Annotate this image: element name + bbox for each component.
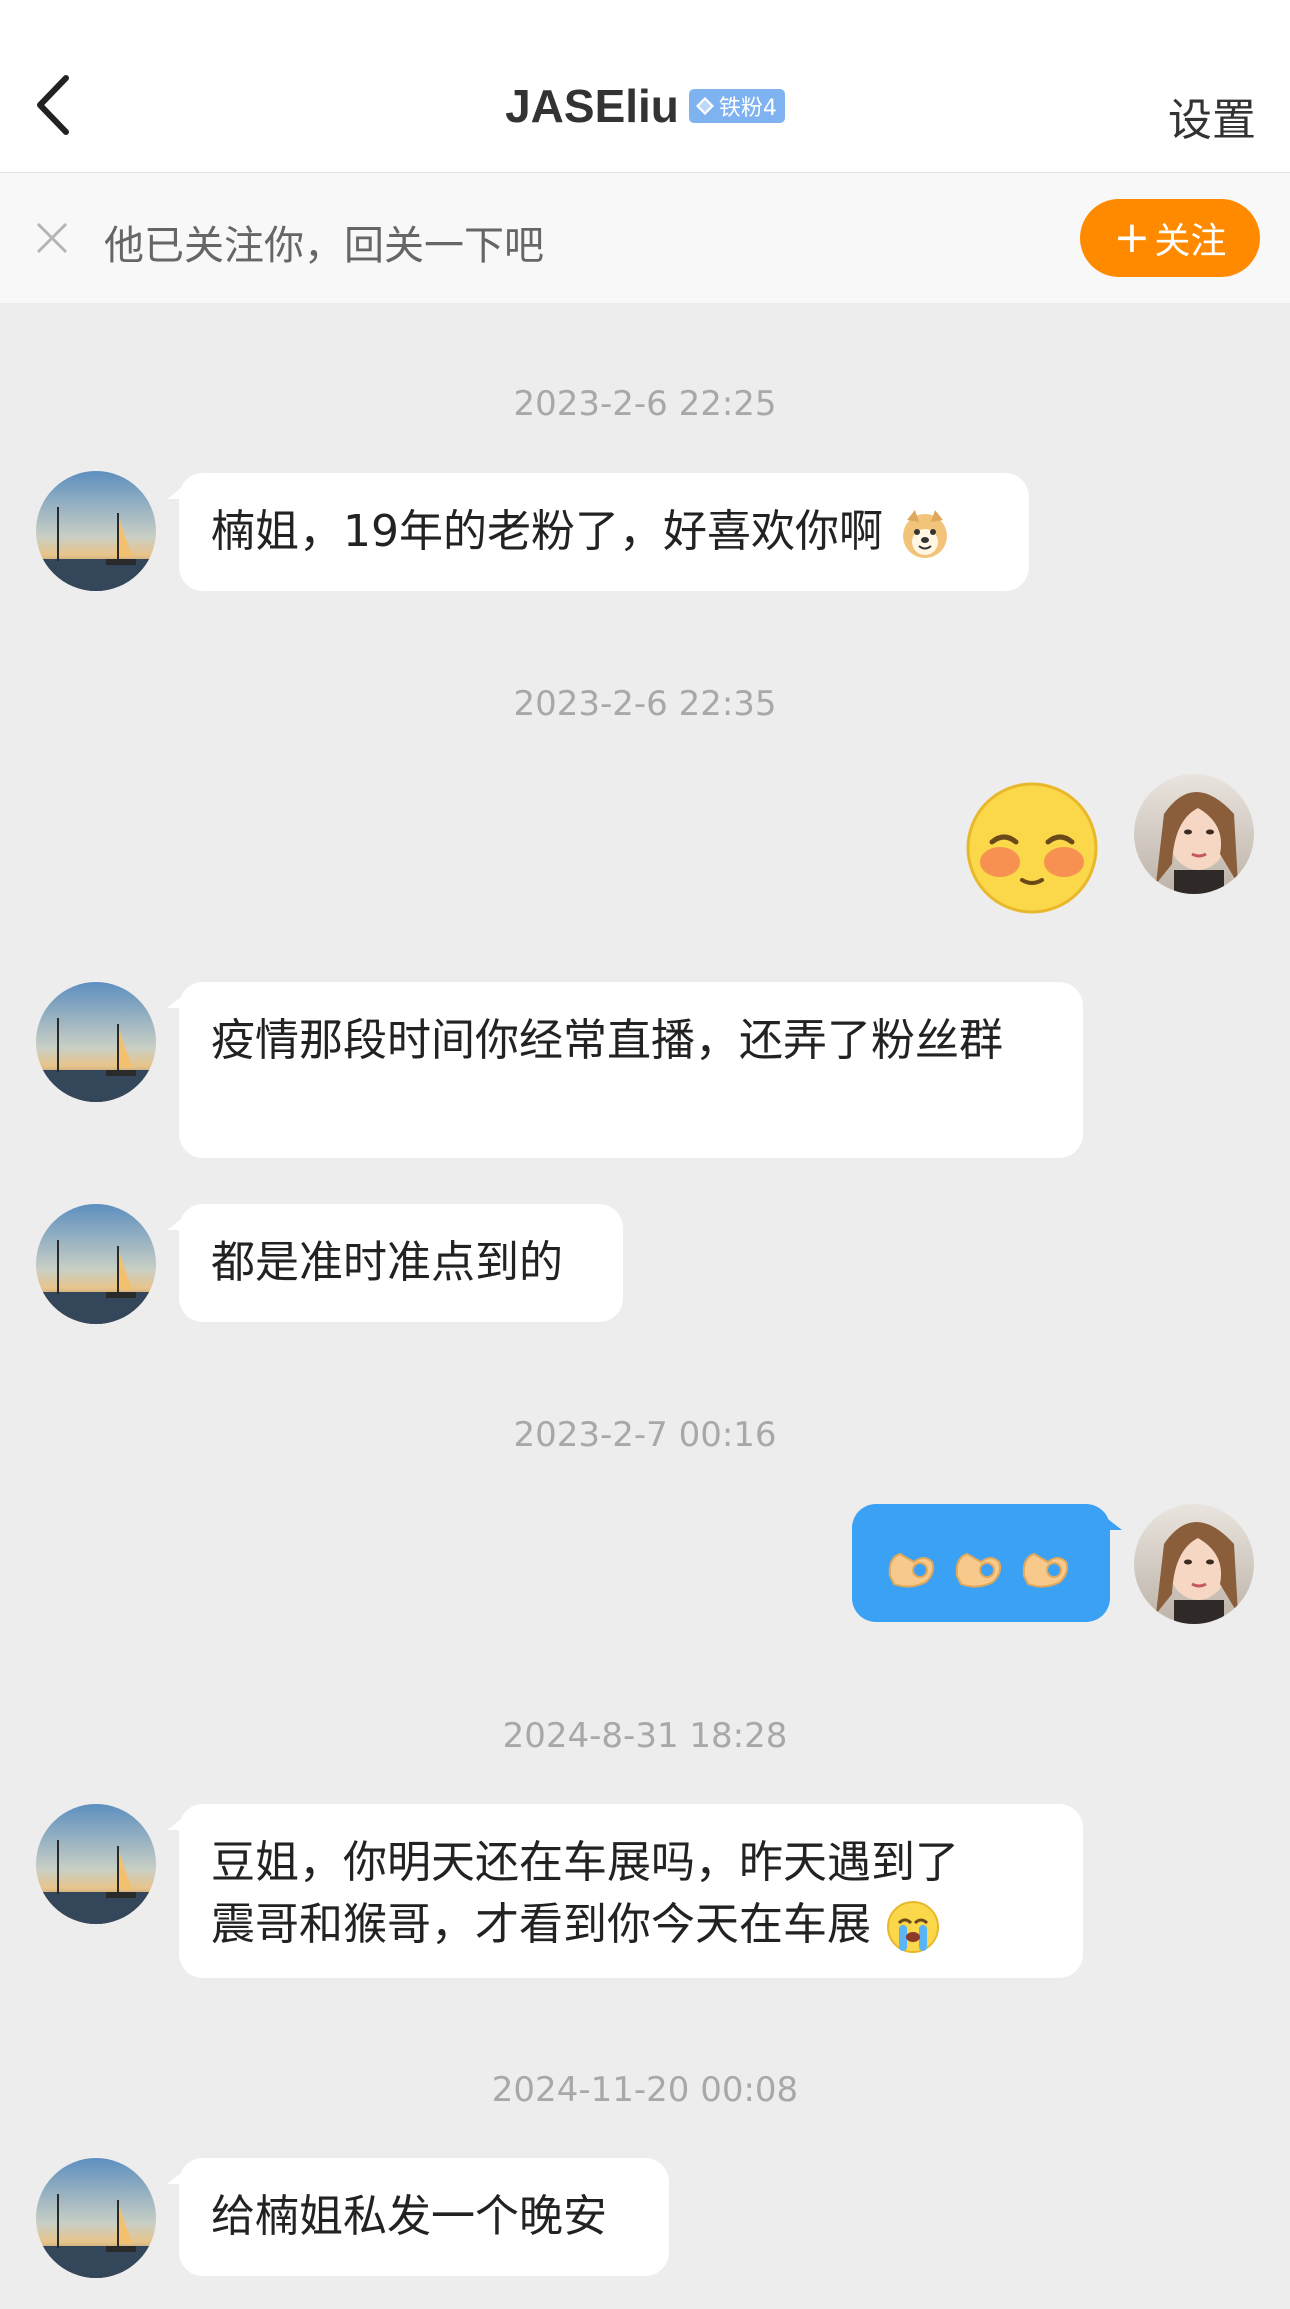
diamond-icon (695, 97, 714, 115)
fan-badge-label: 铁粉4 (718, 96, 777, 121)
close-icon (36, 222, 68, 254)
message-text-line: 豆姐，你明天还在车展吗，昨天遇到了 (211, 1837, 959, 1888)
sailboat-avatar-image (36, 1204, 156, 1324)
contact-avatar[interactable] (36, 1204, 156, 1324)
sailboat-avatar-image (36, 1804, 156, 1924)
message-bubble[interactable]: 都是准时准点到的 (167, 1204, 623, 1322)
message-text-line: 震哥和猴哥，才看到你今天在车展 (211, 1894, 1051, 1956)
message-bubble[interactable]: 疫情那段时间你经常直播，还弄了粉丝群 (167, 982, 1083, 1158)
contact-avatar[interactable] (36, 982, 156, 1102)
message-timestamp: 2023-2-6 22:25 (513, 384, 777, 424)
shy-blush-emoji-icon (966, 782, 1098, 914)
my-avatar[interactable] (1134, 774, 1254, 894)
message-bubble[interactable]: 给楠姐私发一个晚安 (167, 2158, 669, 2276)
fan-level-badge: 铁粉4 (688, 89, 785, 123)
message-text: 疫情那段时间你经常直播，还弄了粉丝群 (211, 1015, 1003, 1066)
message-timestamp: 2023-2-7 00:16 (513, 1415, 777, 1455)
follow-button[interactable]: + 关注 (1080, 199, 1260, 277)
follow-button-label: 关注 (1154, 221, 1227, 262)
message-timestamp: 2024-11-20 00:08 (491, 2070, 799, 2110)
message-bubble[interactable]: 楠姐，19年的老粉了，好喜欢你啊 (167, 473, 1029, 591)
sailboat-avatar-image (36, 471, 156, 591)
chat-title: JASEliu (505, 80, 679, 132)
plus-icon: + (1113, 212, 1151, 263)
close-banner-button[interactable] (34, 220, 70, 256)
portrait-avatar-image (1134, 1504, 1254, 1624)
message-timestamp: 2024-8-31 18:28 (502, 1716, 788, 1756)
portrait-avatar-image (1134, 774, 1254, 894)
contact-avatar[interactable] (36, 2158, 156, 2278)
sent-message-bubble[interactable] (852, 1504, 1122, 1622)
contact-avatar[interactable] (36, 1804, 156, 1924)
ok-hand-emoji-icon (955, 1552, 1002, 1588)
message-text: 都是准时准点到的 (211, 1237, 563, 1288)
ok-hand-emoji-icon (1022, 1552, 1069, 1588)
sent-sticker[interactable] (962, 776, 1102, 920)
crying-emoji-icon (887, 1901, 939, 1953)
follow-back-text: 他已关注你，回关一下吧 (104, 223, 544, 269)
follow-back-banner: 他已关注你，回关一下吧 + 关注 (0, 173, 1290, 303)
message-text: 给楠姐私发一个晚安 (211, 2191, 607, 2242)
doge-emoji-icon (903, 510, 947, 558)
message-timestamp: 2023-2-6 22:35 (513, 684, 777, 724)
navigation-bar: JASEliu 铁粉4 设置 (0, 0, 1290, 173)
message-bubble[interactable]: 豆姐，你明天还在车展吗，昨天遇到了 震哥和猴哥，才看到你今天在车展 (167, 1804, 1083, 1978)
my-avatar[interactable] (1134, 1504, 1254, 1624)
contact-avatar[interactable] (36, 471, 156, 591)
sailboat-avatar-image (36, 2158, 156, 2278)
message-text: 震哥和猴哥，才看到你今天在车展 (211, 1899, 871, 1950)
sailboat-avatar-image (36, 982, 156, 1102)
ok-hand-emoji-icon (888, 1552, 935, 1588)
settings-button[interactable]: 设置 (1168, 84, 1256, 148)
message-text: 楠姐，19年的老粉了，好喜欢你啊 (211, 506, 883, 557)
